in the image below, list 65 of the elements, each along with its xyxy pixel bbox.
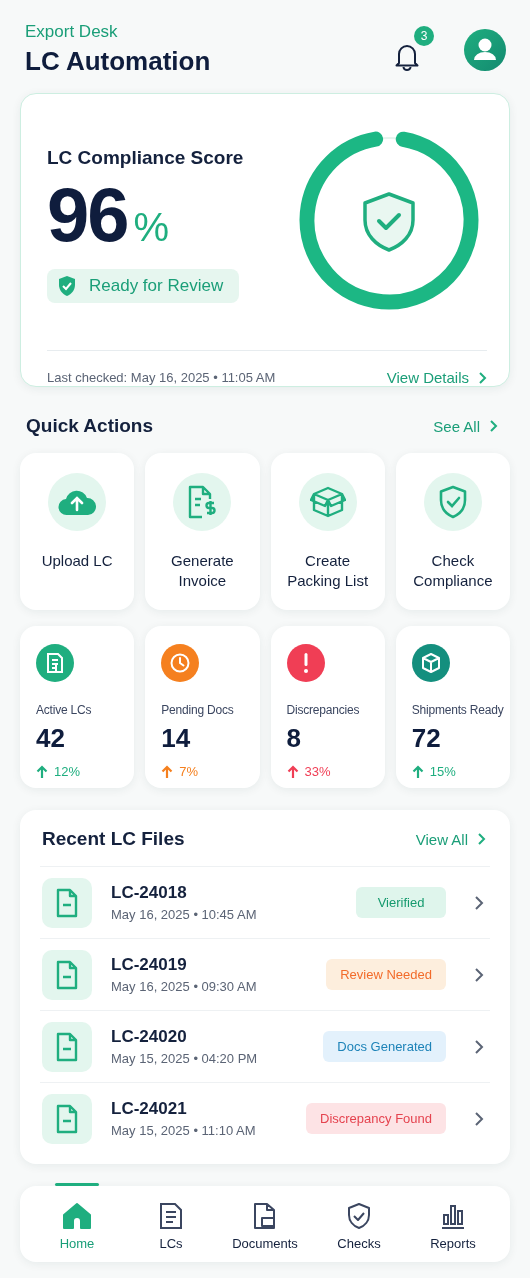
stat-trend: 12% [54, 764, 81, 779]
arrow-up-icon [286, 764, 299, 779]
card-title: LC Compliance Score [47, 147, 244, 169]
file-id: LC-24020 [111, 1027, 188, 1047]
status-badge: Discrepancy Found [306, 1103, 446, 1134]
stat-value: 42 [36, 723, 65, 754]
view-details-link[interactable]: View Details [386, 369, 487, 386]
shield-check-icon [57, 275, 77, 297]
view-all-link[interactable]: View All [415, 830, 486, 848]
arrow-up-icon [411, 764, 424, 779]
file-date: May 16, 2025 • 09:30 AM [111, 979, 258, 994]
section-title: Recent LC Files [42, 828, 185, 850]
file-id: LC-24018 [111, 883, 188, 903]
notification-count: 3 [414, 25, 434, 46]
stat-value: 72 [411, 723, 441, 754]
document-folder-icon [252, 1201, 278, 1230]
arrow-up-icon [36, 764, 48, 779]
last-checked: Last checked: May 16, 2025 • 11:05 AM [47, 370, 276, 385]
file-date: May 16, 2025 • 10:45 AM [111, 907, 258, 922]
quick-action-button[interactable]: Generate Invoice [145, 453, 260, 610]
nav-tab[interactable]: Reports [408, 1186, 498, 1262]
status-badge: Vierified [356, 887, 446, 918]
stat-value: 14 [161, 723, 191, 754]
file-icon [42, 1021, 92, 1072]
quick-action-button[interactable]: Create Packing List [270, 453, 385, 610]
file-id: LC-24021 [111, 1099, 188, 1119]
quick-action-button[interactable]: Upload LC [20, 453, 135, 610]
file-date: May 15, 2025 • 04:20 PM [111, 1051, 259, 1066]
status-badge: Review Needed [326, 959, 446, 990]
stat-trend: 7% [179, 764, 199, 779]
quick-action-button[interactable]: Check Compliance [395, 453, 510, 610]
profile-avatar[interactable] [464, 28, 506, 71]
shield-check-icon [437, 485, 468, 519]
chevron-right-icon [476, 832, 486, 846]
score-value: 96 [47, 177, 128, 253]
invoice-icon [187, 484, 218, 520]
chevron-right-icon [488, 419, 498, 433]
file-date: May 15, 2025 • 11:10 AM [111, 1123, 257, 1138]
stat-trend: 15% [429, 764, 456, 779]
file-icon [42, 949, 92, 1000]
nav-tab[interactable]: Checks [314, 1186, 404, 1262]
package-icon [309, 485, 346, 519]
stat-label: Discrepancies [286, 703, 360, 717]
stat-trend: 33% [304, 764, 331, 779]
score-unit: % [133, 205, 170, 250]
section-title: Quick Actions [26, 415, 154, 437]
shield-check-icon [346, 1201, 372, 1230]
document-list-icon [158, 1201, 184, 1230]
file-icon [42, 877, 92, 928]
app-title: LC Automation [25, 46, 211, 77]
shield-check-icon [363, 192, 415, 252]
status-badge: Docs Generated [323, 1031, 446, 1062]
chevron-right-icon [477, 370, 487, 385]
nav-tab[interactable]: Documents [220, 1186, 310, 1262]
arrow-up-icon [161, 764, 174, 779]
nav-tab[interactable]: LCs [126, 1186, 216, 1262]
app-subtitle: Export Desk [25, 22, 119, 42]
file-icon [42, 1093, 92, 1144]
stat-label: Shipments Ready [411, 703, 504, 717]
status-text: Ready for Review [89, 276, 224, 296]
stat-value: 8 [286, 723, 301, 754]
stat-label: Pending Docs [161, 703, 234, 717]
home-icon [62, 1201, 92, 1230]
file-id: LC-24019 [111, 955, 188, 975]
stat-label: Active LCs [36, 703, 92, 717]
